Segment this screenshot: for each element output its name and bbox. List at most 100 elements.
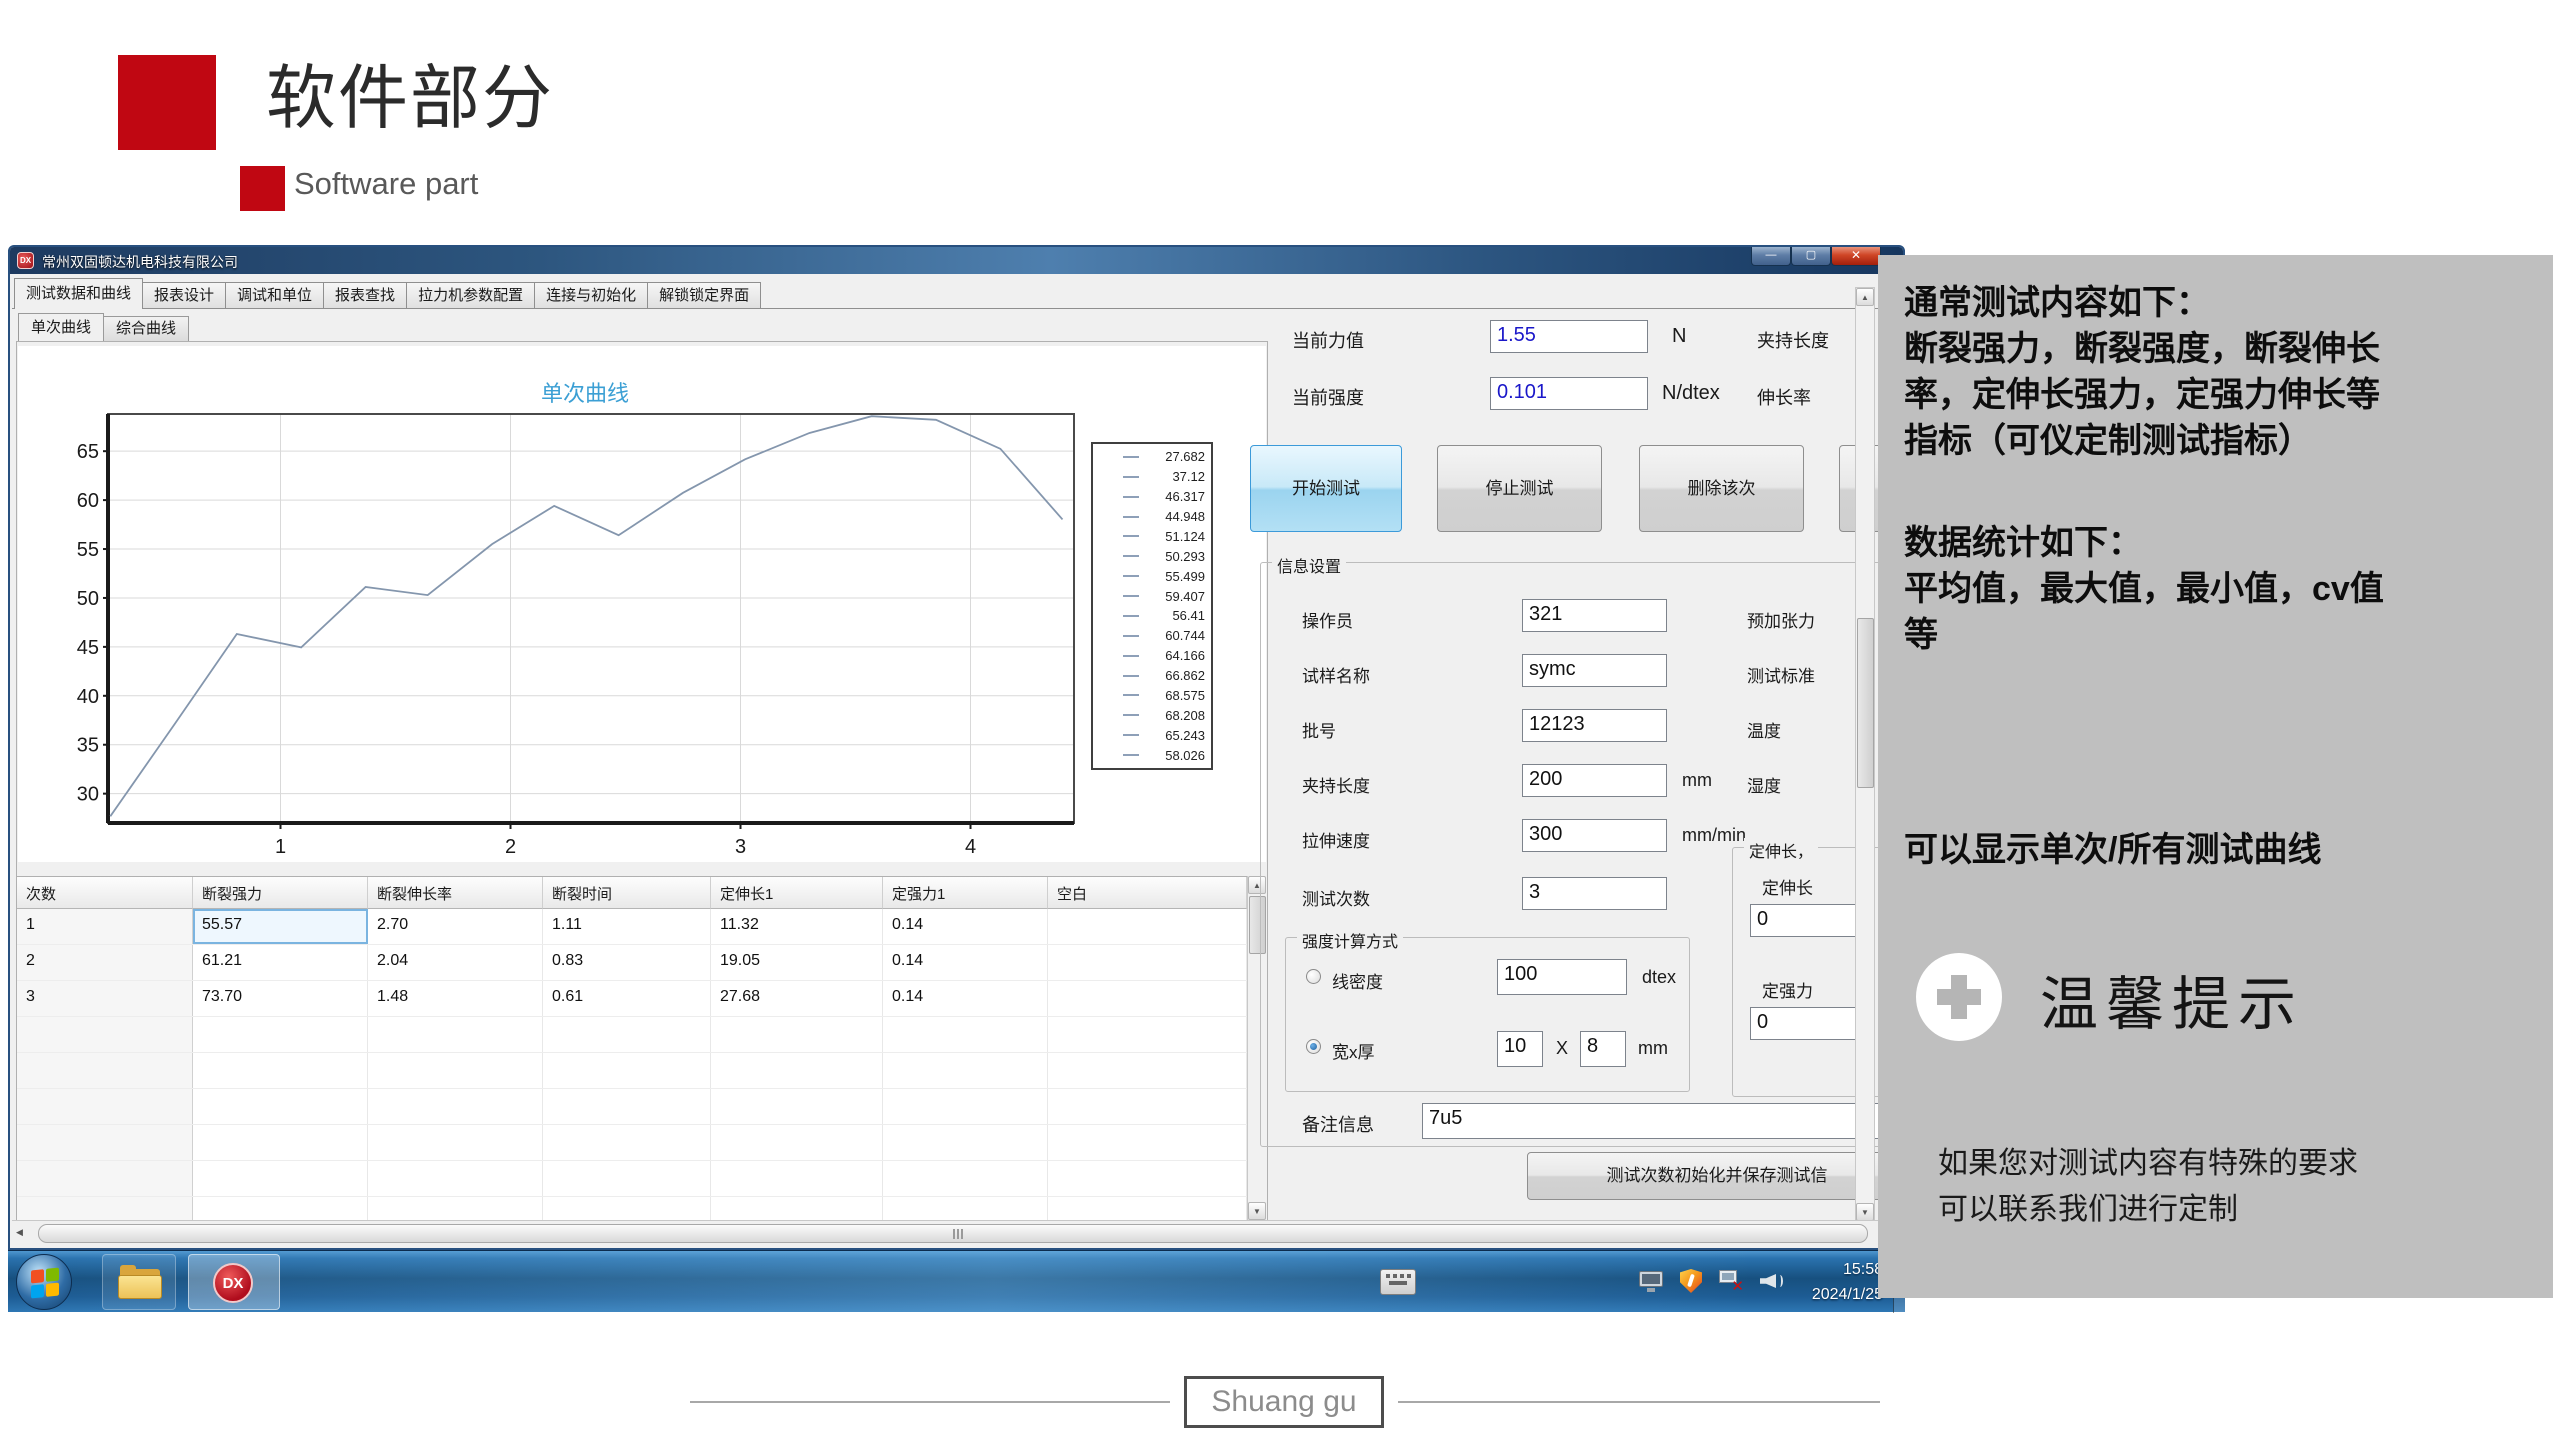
settings-scroll-down-icon[interactable]: ▼ [1856,1203,1874,1221]
table-cell[interactable] [883,1053,1048,1088]
table-cell[interactable] [1048,909,1247,944]
maximize-button[interactable]: ▢ [1791,247,1831,266]
column-header-定伸长1[interactable]: 定伸长1 [711,877,883,909]
taskbar-clock[interactable]: 15:58 2024/1/25 [1812,1257,1883,1307]
table-cell[interactable] [17,1053,193,1088]
table-cell[interactable] [543,1053,711,1088]
table-row[interactable] [17,1125,1247,1161]
table-cell[interactable] [193,1125,368,1160]
table-cell[interactable] [193,1017,368,1052]
table-cell[interactable]: 0.61 [543,981,711,1016]
network-status-icon[interactable]: ✕ [1718,1268,1744,1294]
table-cell[interactable]: 3 [17,981,193,1016]
table-row[interactable] [17,1161,1247,1197]
table-row[interactable]: 155.572.701.1111.320.14 [17,909,1247,945]
start-button[interactable] [16,1254,72,1310]
table-cell[interactable] [1048,1125,1247,1160]
security-shield-icon[interactable] [1678,1268,1704,1294]
speed-input[interactable]: 300 [1522,819,1667,852]
current-force-value[interactable]: 1.55 [1490,320,1648,353]
column-header-断裂时间[interactable]: 断裂时间 [543,877,711,909]
table-cell[interactable] [17,1017,193,1052]
table-cell[interactable]: 2.70 [368,909,543,944]
table-row[interactable] [17,1089,1247,1125]
tab-拉力机参数配置[interactable]: 拉力机参数配置 [406,282,535,309]
table-cell[interactable] [1048,1053,1247,1088]
volume-icon[interactable] [1758,1268,1784,1294]
table-cell[interactable]: 73.70 [193,981,368,1016]
curve-tab-综合曲线[interactable]: 综合曲线 [103,316,189,341]
table-cell[interactable] [543,1089,711,1124]
column-header-断裂强力[interactable]: 断裂强力 [193,877,368,909]
scroll-left-icon[interactable]: ◀ [16,1227,23,1238]
table-cell[interactable] [17,1161,193,1196]
table-cell[interactable]: 2 [17,945,193,980]
delete-run-button[interactable]: 删除该次 [1639,445,1804,532]
tab-调试和单位[interactable]: 调试和单位 [225,282,324,309]
keyboard-input-icon[interactable] [1380,1269,1416,1295]
clamp-length-input[interactable]: 200 [1522,764,1667,797]
table-cell[interactable] [1048,1161,1247,1196]
table-row[interactable]: 261.212.040.8319.050.14 [17,945,1247,981]
horizontal-scrollbar-thumb[interactable] [38,1224,1868,1243]
table-cell[interactable]: 1 [17,909,193,944]
column-header-空白[interactable]: 空白 [1048,877,1247,909]
dx-app-taskbar-button[interactable]: DX [188,1254,280,1310]
table-cell[interactable] [368,1161,543,1196]
table-cell[interactable] [711,1125,883,1160]
table-cell[interactable] [883,1161,1048,1196]
table-cell[interactable] [193,1053,368,1088]
results-table[interactable]: 次数断裂强力断裂伸长率断裂时间定伸长1定强力1空白 155.572.701.11… [17,876,1247,1220]
column-header-断裂伸长率[interactable]: 断裂伸长率 [368,877,543,909]
table-cell[interactable] [543,1017,711,1052]
fixed-elongation-input[interactable]: 0 [1750,904,1862,937]
tab-报表查找[interactable]: 报表查找 [323,282,407,309]
scroll-down-icon[interactable]: ▼ [1248,1202,1266,1220]
table-cell[interactable] [193,1161,368,1196]
settings-scrollbar[interactable]: ▲ ▼ [1855,287,1875,1222]
sample-name-input[interactable]: symc [1522,654,1667,687]
table-cell[interactable]: 27.68 [711,981,883,1016]
table-cell[interactable]: 0.14 [883,909,1048,944]
settings-scroll-up-icon[interactable]: ▲ [1856,288,1874,306]
table-cell[interactable] [883,1017,1048,1052]
linear-density-input[interactable]: 100 [1497,959,1627,995]
table-cell[interactable]: 2.04 [368,945,543,980]
table-cell[interactable] [883,1125,1048,1160]
column-header-定强力1[interactable]: 定强力1 [883,877,1048,909]
remark-input[interactable]: 7u5 [1422,1103,1900,1139]
table-row[interactable] [17,1017,1247,1053]
tab-解锁锁定界面[interactable]: 解锁锁定界面 [647,282,761,309]
close-button[interactable]: ✕ [1831,247,1881,266]
current-strength-value[interactable]: 0.101 [1490,377,1648,410]
table-cell[interactable] [711,1161,883,1196]
table-cell[interactable] [711,1053,883,1088]
curve-tab-单次曲线[interactable]: 单次曲线 [18,313,104,341]
tab-连接与初始化[interactable]: 连接与初始化 [534,282,648,309]
width-thickness-radio[interactable] [1306,1039,1321,1054]
table-cell[interactable] [1048,981,1247,1016]
horizontal-scrollbar[interactable]: ◀ [12,1220,1905,1246]
column-header-次数[interactable]: 次数 [17,877,193,909]
settings-scrollbar-thumb[interactable] [1857,618,1874,788]
explorer-taskbar-button[interactable] [102,1254,176,1310]
tab-测试数据和曲线[interactable]: 测试数据和曲线 [14,278,143,309]
table-row[interactable] [17,1053,1247,1089]
table-cell[interactable]: 61.21 [193,945,368,980]
linear-density-radio[interactable] [1306,969,1321,984]
table-cell[interactable] [17,1125,193,1160]
minimize-button[interactable]: — [1751,247,1791,266]
table-cell[interactable] [368,1089,543,1124]
table-cell[interactable]: 0.14 [883,981,1048,1016]
table-cell[interactable] [193,1089,368,1124]
table-cell[interactable]: 1.11 [543,909,711,944]
table-cell[interactable] [368,1125,543,1160]
table-cell[interactable] [883,1089,1048,1124]
table-cell[interactable] [1048,1017,1247,1052]
init-save-button[interactable]: 测试次数初始化并保存测试信 [1527,1152,1905,1200]
table-cell[interactable]: 0.14 [883,945,1048,980]
table-row[interactable]: 373.701.480.6127.680.14 [17,981,1247,1017]
table-cell[interactable] [711,1017,883,1052]
table-cell[interactable] [1048,945,1247,980]
start-test-button[interactable]: 开始测试 [1250,445,1402,532]
